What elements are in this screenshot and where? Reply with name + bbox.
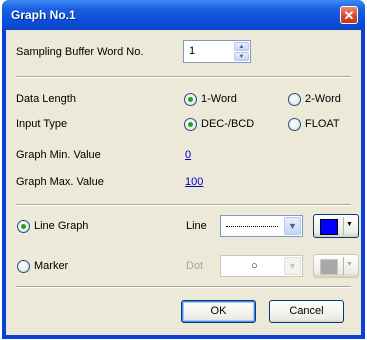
divider (343, 217, 344, 235)
data-length-1word-radio[interactable] (184, 93, 197, 106)
ok-button[interactable]: OK (181, 300, 256, 323)
dotted-line-preview (226, 226, 278, 227)
chevron-down-icon[interactable]: ▼ (284, 217, 301, 235)
data-length-label: Data Length (16, 93, 76, 105)
color-dropdown-arrow-icon[interactable]: ▼ (346, 221, 353, 228)
dialog-body: Sampling Buffer Word No. 1 ▲ ▼ Data Leng… (6, 30, 361, 335)
input-type-float-radio[interactable] (288, 118, 301, 131)
marker-color-button[interactable]: ▼ (313, 254, 359, 278)
data-length-2word-label[interactable]: 2-Word (305, 93, 341, 105)
title-bar[interactable]: Graph No.1 ✕ (2, 0, 365, 30)
separator (16, 204, 351, 206)
divider (343, 257, 344, 275)
chevron-down-icon[interactable]: ▼ (284, 257, 301, 275)
sampling-buffer-label: Sampling Buffer Word No. (16, 46, 144, 58)
data-length-1word-label[interactable]: 1-Word (201, 93, 237, 105)
marker-label[interactable]: Marker (34, 260, 68, 272)
color-dropdown-arrow-icon[interactable]: ▼ (346, 261, 353, 268)
sampling-buffer-value[interactable]: 1 (189, 45, 195, 57)
line-graph-label[interactable]: Line Graph (34, 220, 88, 232)
graph-min-value[interactable]: 0 (185, 149, 191, 161)
input-type-dec-radio[interactable] (184, 118, 197, 131)
circle-marker-icon: ○ (251, 260, 258, 272)
close-button[interactable]: ✕ (340, 6, 358, 24)
input-type-float-label[interactable]: FLOAT (305, 118, 340, 130)
sampling-buffer-spinner[interactable]: 1 ▲ ▼ (183, 40, 251, 63)
spin-up-button[interactable]: ▲ (234, 42, 249, 51)
marker-radio[interactable] (17, 260, 30, 273)
line-graph-radio[interactable] (17, 220, 30, 233)
window-title: Graph No.1 (11, 8, 76, 22)
marker-style-dropdown[interactable]: ○ ▼ (220, 255, 303, 277)
line-style-dropdown[interactable]: ▼ (220, 215, 303, 237)
input-type-dec-label[interactable]: DEC-/BCD (201, 118, 254, 130)
line-style-label: Line (186, 220, 207, 232)
separator (16, 286, 351, 288)
input-type-label: Input Type (16, 118, 68, 130)
graph-min-label: Graph Min. Value (16, 149, 101, 161)
data-length-2word-radio[interactable] (288, 93, 301, 106)
graph-max-value[interactable]: 100 (185, 176, 203, 188)
cancel-button[interactable]: Cancel (269, 300, 344, 323)
dialog-window: Graph No.1 ✕ Sampling Buffer Word No. 1 … (2, 0, 365, 339)
separator (16, 76, 351, 78)
marker-color-swatch (320, 259, 338, 275)
graph-max-label: Graph Max. Value (16, 176, 104, 188)
spin-down-button[interactable]: ▼ (234, 52, 249, 61)
marker-style-label: Dot (186, 260, 204, 272)
line-color-button[interactable]: ▼ (313, 214, 359, 238)
line-color-swatch (320, 219, 338, 235)
